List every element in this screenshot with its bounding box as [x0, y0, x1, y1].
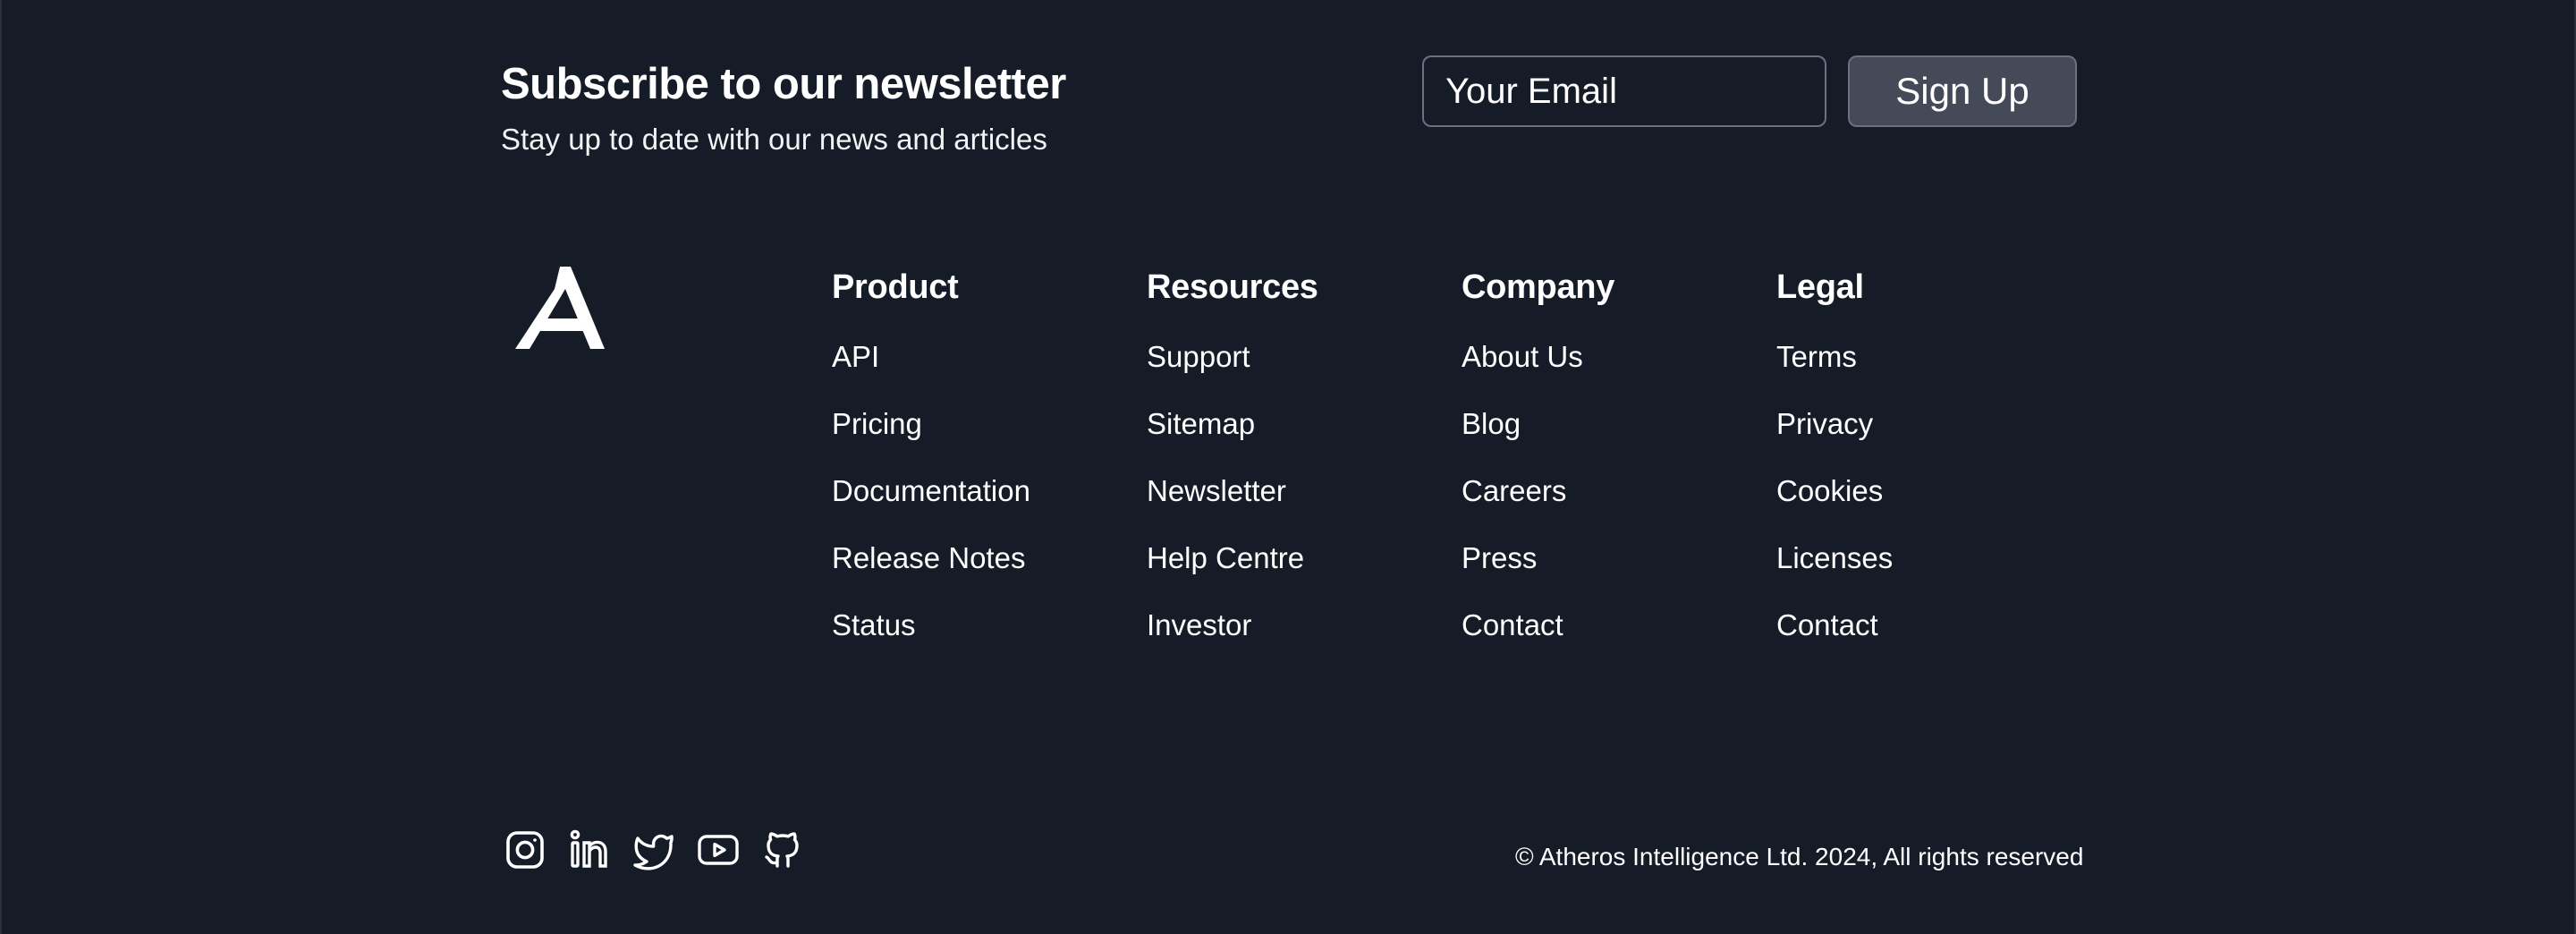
footer-column-legal: Legal Terms Privacy Cookies Licenses Con… — [1776, 263, 1893, 672]
footer-link-documentation[interactable]: Documentation — [832, 471, 1030, 512]
newsletter-title: Subscribe to our newsletter — [501, 60, 1066, 108]
footer-link-licenses[interactable]: Licenses — [1776, 538, 1893, 579]
copyright-text: © Atheros Intelligence Ltd. 2024, All ri… — [1515, 843, 2084, 870]
footer-column-product: Product API Pricing Documentation Releas… — [832, 263, 1030, 672]
newsletter-subtitle: Stay up to date with our news and articl… — [501, 123, 1047, 156]
instagram-icon[interactable] — [503, 828, 547, 872]
twitter-icon[interactable] — [631, 828, 676, 872]
footer-link-contact[interactable]: Contact — [1462, 605, 1614, 646]
footer-link-about-us[interactable]: About Us — [1462, 336, 1614, 378]
linkedin-icon[interactable] — [567, 828, 612, 872]
footer-link-help-centre[interactable]: Help Centre — [1147, 538, 1318, 579]
footer-link-investor[interactable]: Investor — [1147, 605, 1318, 646]
footer-link-status[interactable]: Status — [832, 605, 1030, 646]
footer-link-newsletter[interactable]: Newsletter — [1147, 471, 1318, 512]
footer-column-resources: Resources Support Sitemap Newsletter Hel… — [1147, 263, 1318, 672]
github-icon[interactable] — [760, 828, 805, 872]
footer-link-blog[interactable]: Blog — [1462, 403, 1614, 445]
footer-link-legal-contact[interactable]: Contact — [1776, 605, 1893, 646]
footer-link-support[interactable]: Support — [1147, 336, 1318, 378]
footer-link-pricing[interactable]: Pricing — [832, 403, 1030, 445]
footer-link-careers[interactable]: Careers — [1462, 471, 1614, 512]
footer-page: Subscribe to our newsletter Stay up to d… — [0, 0, 2576, 934]
column-heading: Legal — [1776, 268, 1864, 306]
footer-link-terms[interactable]: Terms — [1776, 336, 1893, 378]
footer-link-press[interactable]: Press — [1462, 538, 1614, 579]
column-heading: Resources — [1147, 268, 1318, 306]
atheros-logo-icon[interactable] — [515, 267, 605, 349]
footer-link-release-notes[interactable]: Release Notes — [832, 538, 1030, 579]
footer-link-api[interactable]: API — [832, 336, 1030, 378]
footer-link-cookies[interactable]: Cookies — [1776, 471, 1893, 512]
column-heading: Company — [1462, 268, 1615, 306]
footer-link-sitemap[interactable]: Sitemap — [1147, 403, 1318, 445]
footer-link-privacy[interactable]: Privacy — [1776, 403, 1893, 445]
email-field[interactable] — [1422, 55, 1826, 127]
newsletter-section: Subscribe to our newsletter Stay up to d… — [501, 57, 1066, 157]
social-links — [503, 828, 805, 872]
youtube-icon[interactable] — [696, 828, 741, 872]
footer-column-company: Company About Us Blog Careers Press Cont… — [1462, 263, 1614, 672]
column-heading: Product — [832, 268, 959, 306]
sign-up-button[interactable]: Sign Up — [1848, 55, 2077, 127]
